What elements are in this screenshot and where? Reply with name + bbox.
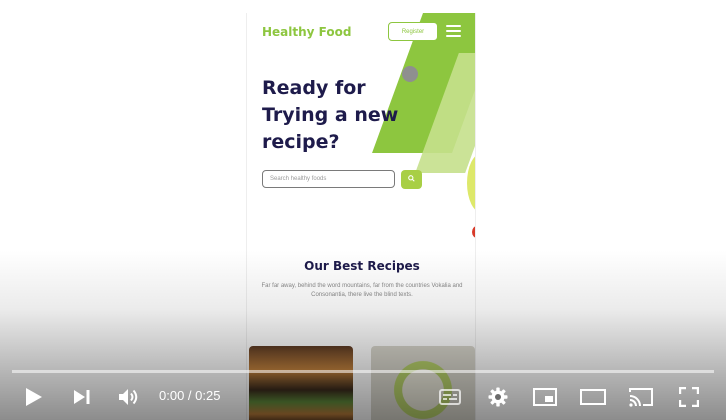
miniplayer-icon (533, 388, 557, 406)
cast-button[interactable] (627, 383, 655, 411)
theater-icon (580, 389, 606, 405)
search-input: Search healthy foods (262, 170, 395, 188)
recipe-card-burger (249, 346, 353, 420)
cursor-indicator (402, 66, 418, 82)
theater-mode-button[interactable] (579, 383, 607, 411)
video-frame: Healthy Food Register Ready for Trying a… (246, 13, 476, 420)
subtitles-button[interactable] (436, 383, 464, 411)
subtitles-icon (439, 389, 461, 405)
time-display: 0:00 / 0:25 (159, 388, 221, 403)
volume-icon (118, 388, 140, 406)
progress-bar[interactable] (12, 370, 714, 373)
section-title: Our Best Recipes (304, 259, 420, 273)
miniplayer-button[interactable] (531, 383, 559, 411)
settings-icon (488, 387, 508, 407)
fullscreen-button[interactable] (675, 383, 703, 411)
tomato-image (472, 226, 475, 238)
video-player[interactable]: Healthy Food Register Ready for Trying a… (0, 0, 726, 420)
next-icon (73, 389, 91, 405)
next-button[interactable] (68, 383, 96, 411)
play-button[interactable] (20, 383, 48, 411)
hamburger-menu-icon (446, 25, 461, 37)
volume-button[interactable] (115, 383, 143, 411)
search-button (401, 170, 422, 189)
play-icon (25, 387, 43, 407)
register-button: Register (388, 22, 438, 41)
settings-button[interactable] (484, 383, 512, 411)
section-description: Far far away, behind the word mountains,… (261, 283, 463, 298)
fullscreen-icon (679, 387, 699, 407)
cast-icon (629, 387, 653, 407)
hero-title: Ready for Trying a new recipe? (262, 77, 399, 153)
site-logo: Healthy Food (262, 25, 352, 39)
search-icon (408, 175, 415, 184)
